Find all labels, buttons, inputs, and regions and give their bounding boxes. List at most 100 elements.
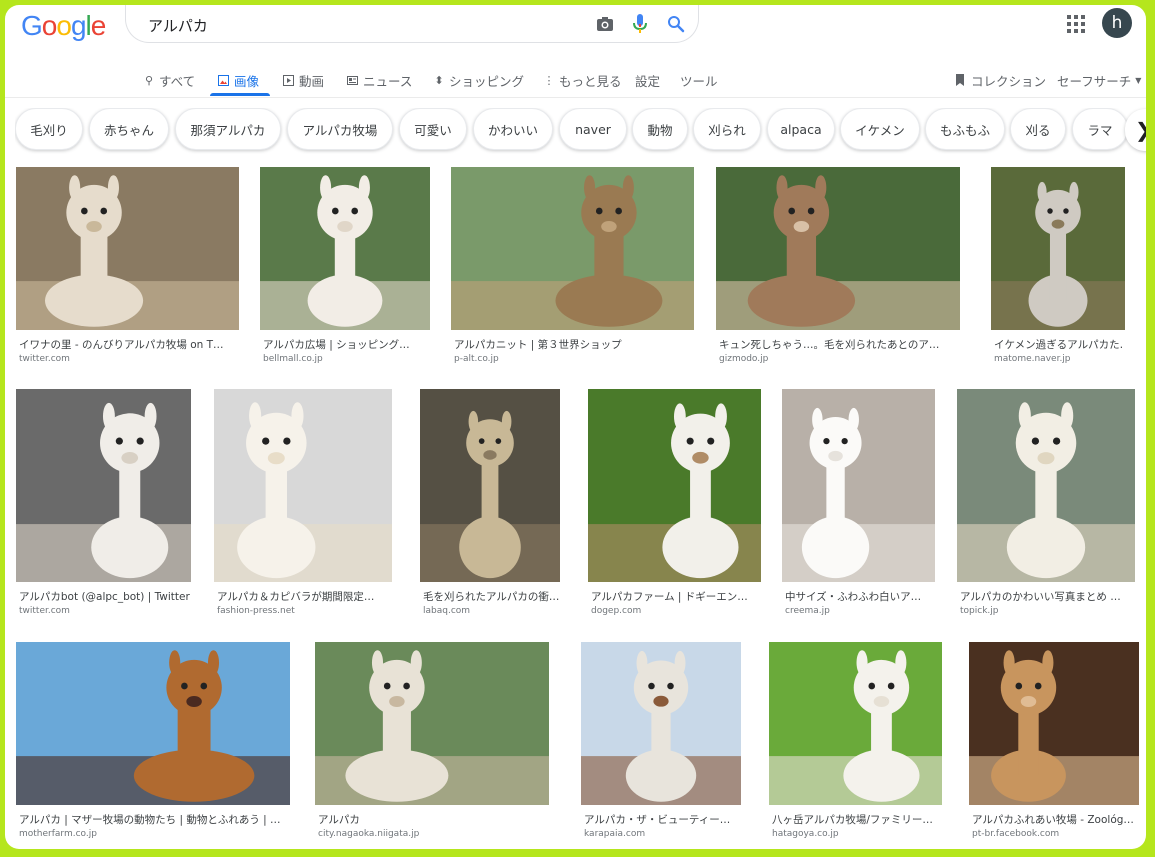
- image-result[interactable]: 毛を刈られたアルパカの衝… labaq.com: [420, 389, 560, 618]
- result-thumbnail[interactable]: [420, 389, 560, 582]
- image-result[interactable]: アルパカbot (@alpc_bot) | Twitter twitter.co…: [16, 389, 191, 618]
- image-result[interactable]: アルパカ・ザ・ビューティー… karapaia.com: [581, 642, 741, 841]
- chip[interactable]: alpaca: [767, 108, 835, 150]
- chip[interactable]: ラマ: [1072, 108, 1128, 150]
- result-thumbnail[interactable]: [716, 167, 960, 330]
- chip[interactable]: 刈る: [1010, 108, 1066, 150]
- result-source: fashion-press.net: [217, 606, 295, 616]
- result-caption[interactable]: イケメン過ぎるアルパカた…: [994, 337, 1124, 352]
- result-caption[interactable]: アルパカ広場 | ショッピング…: [263, 337, 429, 352]
- image-result[interactable]: アルパカ広場 | ショッピング… bellmall.co.jp: [260, 167, 430, 366]
- microphone-icon[interactable]: [628, 12, 652, 36]
- search-icon[interactable]: [664, 12, 688, 36]
- result-caption[interactable]: アルパカファーム | ドギーエン…: [591, 589, 760, 604]
- image-result[interactable]: イケメン過ぎるアルパカた… matome.naver.jp: [991, 167, 1125, 366]
- image-result[interactable]: キュン死しちゃう…。毛を刈られたあとのア… gizmodo.jp: [716, 167, 960, 366]
- tab-more[interactable]: ⋮ もっと見る: [543, 67, 622, 93]
- safesearch-button[interactable]: セーフサーチ ▼: [1057, 67, 1141, 93]
- result-caption[interactable]: 八ヶ岳アルパカ牧場/ファミリー…: [772, 812, 941, 827]
- active-tab-indicator: [210, 93, 270, 96]
- image-result[interactable]: 八ヶ岳アルパカ牧場/ファミリー… hatagoya.co.jp: [769, 642, 942, 841]
- result-caption[interactable]: アルパカのかわいい写真まとめ …: [960, 589, 1134, 604]
- chip[interactable]: 那須アルパカ: [175, 108, 281, 150]
- result-caption[interactable]: キュン死しちゃう…。毛を刈られたあとのア…: [719, 337, 959, 352]
- result-source: p-alt.co.jp: [454, 354, 499, 364]
- tab-settings[interactable]: 設定: [635, 67, 660, 93]
- result-thumbnail[interactable]: [16, 642, 290, 805]
- image-result[interactable]: アルパカ city.nagaoka.niigata.jp: [315, 642, 549, 841]
- google-logo[interactable]: Google: [21, 10, 106, 42]
- camera-icon[interactable]: [593, 12, 617, 36]
- news-icon: [347, 75, 359, 86]
- tab-videos[interactable]: 動画: [283, 67, 324, 93]
- result-source: gizmodo.jp: [719, 354, 769, 364]
- result-caption[interactable]: アルパカ: [318, 812, 548, 827]
- result-thumbnail[interactable]: [16, 389, 191, 582]
- chip[interactable]: アルパカ牧場: [287, 108, 393, 150]
- tab-news[interactable]: ニュース: [347, 67, 412, 93]
- result-source: hatagoya.co.jp: [772, 829, 839, 839]
- chip[interactable]: 刈られ: [693, 108, 761, 150]
- result-caption[interactable]: アルパカbot (@alpc_bot) | Twitter: [19, 589, 190, 604]
- search-input[interactable]: [146, 13, 570, 37]
- result-caption[interactable]: アルパカふれあい牧場 - Zoológ…: [972, 812, 1138, 827]
- more-vert-icon: ⋮: [543, 73, 555, 87]
- result-thumbnail[interactable]: [782, 389, 935, 582]
- result-caption[interactable]: アルパカ＆カピバラが期間限定…: [217, 589, 391, 604]
- collections-button[interactable]: コレクション: [955, 67, 1046, 93]
- chip[interactable]: 赤ちゃん: [89, 108, 169, 150]
- result-thumbnail[interactable]: [315, 642, 549, 805]
- chip[interactable]: 毛刈り: [15, 108, 83, 150]
- chip[interactable]: イケメン: [840, 108, 920, 150]
- image-result[interactable]: 中サイズ・ふわふわ白いア… creema.jp: [782, 389, 935, 618]
- tab-shopping[interactable]: ⬍ ショッピング: [433, 67, 524, 93]
- image-result[interactable]: アルパカふれあい牧場 - Zoológ… pt-br.facebook.com: [969, 642, 1139, 841]
- chip[interactable]: もふもふ: [925, 108, 1005, 150]
- result-thumbnail[interactable]: [214, 389, 392, 582]
- result-source: matome.naver.jp: [994, 354, 1071, 364]
- result-caption[interactable]: 毛を刈られたアルパカの衝…: [423, 589, 559, 604]
- result-caption[interactable]: 中サイズ・ふわふわ白いア…: [785, 589, 934, 604]
- chip[interactable]: 動物: [632, 108, 688, 150]
- result-thumbnail[interactable]: [581, 642, 741, 805]
- tab-all[interactable]: ⚲ すべて: [143, 67, 195, 93]
- result-caption[interactable]: アルパカ | マザー牧場の動物たち | 動物とふれあう | …: [19, 812, 289, 827]
- image-result[interactable]: アルパカのかわいい写真まとめ … topick.jp: [957, 389, 1135, 618]
- browser-page: Google h ⚲すべて 画像 動画 ニュース ⬍ショッピング ⋮もっと見る …: [5, 5, 1146, 849]
- search-tabs: ⚲ すべて 画像 動画 ニュース ⬍ ショッピング ⋮ もっと見る 設定 ツール コレ…: [5, 61, 1146, 98]
- related-chips: 毛刈り 赤ちゃん 那須アルパカ アルパカ牧場 可愛い かわいい naver 動物…: [15, 108, 1146, 154]
- chip[interactable]: naver: [559, 108, 627, 150]
- result-thumbnail[interactable]: [969, 642, 1139, 805]
- image-result[interactable]: アルパカ | マザー牧場の動物たち | 動物とふれあう | … motherfa…: [16, 642, 290, 841]
- result-thumbnail[interactable]: [991, 167, 1125, 330]
- result-thumbnail[interactable]: [769, 642, 942, 805]
- result-source: bellmall.co.jp: [263, 354, 323, 364]
- result-thumbnail[interactable]: [16, 167, 239, 330]
- result-thumbnail[interactable]: [260, 167, 430, 330]
- result-thumbnail[interactable]: [957, 389, 1135, 582]
- result-source: twitter.com: [19, 606, 70, 616]
- result-source: karapaia.com: [584, 829, 646, 839]
- result-caption[interactable]: イワナの里 - のんびりアルパカ牧場 on T…: [19, 337, 238, 352]
- image-result[interactable]: アルパカニット | 第３世界ショップ p-alt.co.jp: [451, 167, 694, 366]
- result-source: topick.jp: [960, 606, 999, 616]
- chevron-right-icon: ❯: [1135, 118, 1146, 142]
- result-caption[interactable]: アルパカニット | 第３世界ショップ: [454, 337, 693, 352]
- tab-images[interactable]: 画像: [218, 67, 259, 93]
- result-thumbnail[interactable]: [451, 167, 694, 330]
- result-thumbnail[interactable]: [588, 389, 761, 582]
- image-result[interactable]: アルパカファーム | ドギーエン… dogep.com: [588, 389, 761, 618]
- account-avatar[interactable]: h: [1102, 8, 1132, 38]
- image-result[interactable]: イワナの里 - のんびりアルパカ牧場 on T… twitter.com: [16, 167, 239, 366]
- bookmark-icon: [955, 74, 967, 86]
- chip[interactable]: 可愛い: [399, 108, 467, 150]
- result-caption[interactable]: アルパカ・ザ・ビューティー…: [584, 812, 740, 827]
- dropdown-arrow-icon: ▼: [1135, 75, 1142, 85]
- chip[interactable]: かわいい: [473, 108, 553, 150]
- result-source: labaq.com: [423, 606, 471, 616]
- image-icon: [218, 74, 230, 86]
- result-source: dogep.com: [591, 606, 642, 616]
- image-result[interactable]: アルパカ＆カピバラが期間限定… fashion-press.net: [214, 389, 392, 618]
- tab-tools[interactable]: ツール: [680, 67, 718, 93]
- apps-grid-icon[interactable]: [1067, 15, 1085, 33]
